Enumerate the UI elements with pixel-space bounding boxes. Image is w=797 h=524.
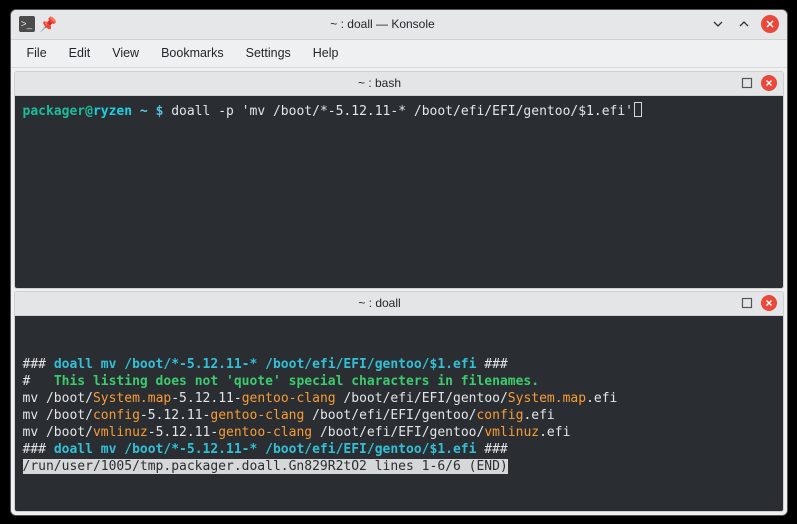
pane-bottom-maximize-icon[interactable]: [739, 295, 755, 311]
l2-hash: #: [23, 374, 54, 389]
blank-space: [23, 322, 775, 356]
l4d: gentoo-clang: [210, 408, 304, 423]
prompt-symbol: $: [156, 104, 164, 119]
pane-bottom-actions: [739, 295, 777, 311]
l4f: config: [476, 408, 523, 423]
close-button[interactable]: [761, 15, 779, 33]
titlebar-left: >_ 📌: [19, 16, 57, 32]
pane-top-maximize-icon[interactable]: [739, 75, 755, 91]
l3e: /boot/efi/EFI/gentoo/: [336, 391, 508, 406]
l5c: -5.12.11-: [148, 425, 218, 440]
terminal-top[interactable]: packager@ryzen ~ $ doall -p 'mv /boot/*-…: [15, 96, 783, 288]
l5f: vmlinuz: [484, 425, 539, 440]
menu-view[interactable]: View: [102, 43, 149, 63]
l6-hash2: ###: [476, 442, 507, 457]
l3c: -5.12.11-: [171, 391, 241, 406]
l3a: mv /boot/: [23, 391, 93, 406]
l1-hash: ###: [23, 357, 54, 372]
menu-settings[interactable]: Settings: [236, 43, 301, 63]
pane-top-actions: [739, 75, 777, 91]
l1-cmd: doall mv /boot/*-5.12.11-* /boot/efi/EFI…: [54, 357, 477, 372]
l5d: gentoo-clang: [218, 425, 312, 440]
pane-bottom-close-icon[interactable]: [761, 295, 777, 311]
prompt-cwd: ~: [140, 104, 148, 119]
command-text: doall -p 'mv /boot/*-5.12.11-* /boot/efi…: [171, 104, 633, 119]
l3f: System.map: [508, 391, 586, 406]
cursor-icon: [634, 102, 642, 117]
pane-top: ~ : bash packager@ryzen ~ $ doall -p 'mv…: [14, 71, 784, 289]
app-icon: >_: [19, 16, 35, 32]
l4c: -5.12.11-: [140, 408, 210, 423]
pane-top-title: ~ : bash: [21, 76, 739, 90]
l4a: mv /boot/: [23, 408, 93, 423]
terminal-bottom[interactable]: ### doall mv /boot/*-5.12.11-* /boot/efi…: [15, 316, 783, 511]
pager-status: /run/user/1005/tmp.packager.doall.Gn829R…: [23, 459, 508, 474]
menu-bookmarks[interactable]: Bookmarks: [151, 43, 234, 63]
l4b: config: [93, 408, 140, 423]
konsole-window: >_ 📌 ~ : doall — Konsole File Edit View …: [10, 9, 788, 516]
pane-top-header: ~ : bash: [15, 72, 783, 96]
l5a: mv /boot/: [23, 425, 93, 440]
menu-edit[interactable]: Edit: [59, 43, 101, 63]
pane-bottom: ~ : doall ### doall mv /boot/*-5.12.11-*…: [14, 291, 784, 512]
window-title: ~ : doall — Konsole: [57, 17, 709, 31]
l3g: .efi: [586, 391, 617, 406]
pane-bottom-header: ~ : doall: [15, 292, 783, 316]
l4g: .efi: [523, 408, 554, 423]
l5b: vmlinuz: [93, 425, 148, 440]
menubar: File Edit View Bookmarks Settings Help: [11, 40, 787, 68]
l5e: /boot/efi/EFI/gentoo/: [312, 425, 484, 440]
pin-icon[interactable]: 📌: [41, 16, 57, 32]
l3b: System.map: [93, 391, 171, 406]
split-container: ~ : bash packager@ryzen ~ $ doall -p 'mv…: [11, 68, 787, 515]
l6-hash: ###: [23, 442, 54, 457]
l1-hash2: ###: [476, 357, 507, 372]
shell-icon: >_: [19, 16, 35, 32]
minimize-button[interactable]: [709, 15, 727, 33]
titlebar[interactable]: >_ 📌 ~ : doall — Konsole: [11, 10, 787, 40]
pane-top-close-icon[interactable]: [761, 75, 777, 91]
maximize-button[interactable]: [735, 15, 753, 33]
l4e: /boot/efi/EFI/gentoo/: [304, 408, 476, 423]
pane-bottom-title: ~ : doall: [21, 296, 739, 310]
l2-text: This listing does not 'quote' special ch…: [54, 374, 539, 389]
prompt-host: ryzen: [93, 104, 132, 119]
menu-help[interactable]: Help: [303, 43, 349, 63]
menu-file[interactable]: File: [17, 43, 57, 63]
l6-cmd: doall mv /boot/*-5.12.11-* /boot/efi/EFI…: [54, 442, 477, 457]
prompt-at: @: [85, 104, 93, 119]
l5g: .efi: [539, 425, 570, 440]
window-controls: [709, 15, 779, 33]
prompt-user: packager: [23, 104, 86, 119]
l3d: gentoo-clang: [242, 391, 336, 406]
